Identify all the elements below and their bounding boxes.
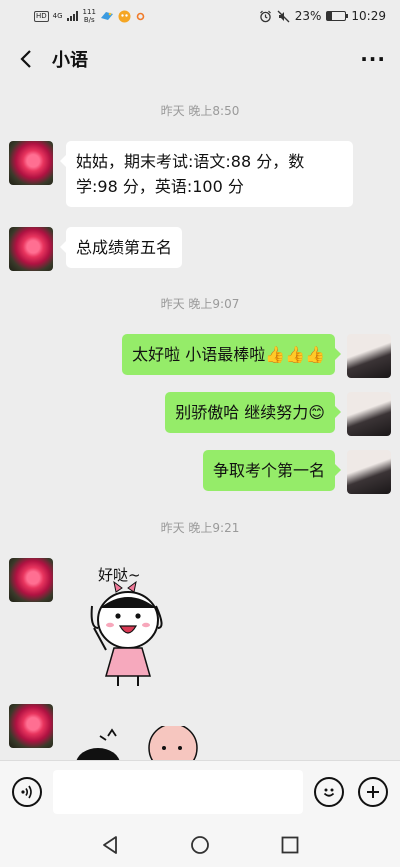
contact-avatar[interactable]	[9, 227, 53, 271]
plus-icon[interactable]	[358, 777, 388, 807]
my-avatar[interactable]	[347, 450, 391, 494]
timestamp: 昨天 晚上9:07	[160, 297, 240, 311]
message-input[interactable]	[53, 770, 303, 814]
voice-icon[interactable]	[12, 777, 42, 807]
signal-icon	[66, 11, 78, 21]
chevron-left-icon[interactable]	[14, 47, 38, 71]
sticker-message[interactable]	[60, 726, 210, 760]
hd-badge: HD	[34, 10, 49, 22]
outgoing-message[interactable]: 争取考个第一名	[202, 450, 342, 491]
chat-title: 小语	[52, 50, 88, 71]
timestamp: 昨天 晚上9:21	[160, 521, 240, 535]
input-bar	[0, 760, 400, 822]
timestamp: 昨天 晚上8:50	[160, 104, 240, 118]
battery-icon	[326, 11, 349, 21]
mute-icon	[277, 10, 290, 22]
chat-header: 小语 ···	[0, 32, 400, 86]
alarm-icon	[259, 10, 271, 22]
nav-home-icon[interactable]	[189, 834, 211, 856]
clock: 10:29	[351, 9, 386, 23]
sticker-message[interactable]: 好哒~	[84, 558, 174, 690]
system-nav-bar	[0, 822, 400, 867]
status-bar: HD 4G 111 B/s 23% 10:29	[0, 0, 400, 32]
emoji-icon[interactable]	[314, 777, 344, 807]
contact-avatar[interactable]	[9, 558, 53, 602]
my-avatar[interactable]	[347, 334, 391, 378]
sticker-caption: 好哒~	[98, 566, 141, 584]
contact-avatar[interactable]	[9, 704, 53, 748]
more-horizontal-icon[interactable]: ···	[360, 47, 386, 71]
sun-app-icon	[136, 12, 145, 20]
message-list[interactable]: 昨天 晚上8:50 姑姑，期末考试:语文:88 分，数学:98 分，英语:100…	[0, 86, 400, 760]
nav-recent-icon[interactable]	[279, 834, 301, 856]
contact-avatar[interactable]	[9, 141, 53, 185]
nav-back-icon[interactable]	[99, 834, 121, 856]
incoming-message[interactable]: 姑姑，期末考试:语文:88 分，数学:98 分，英语:100 分	[60, 141, 353, 207]
my-avatar[interactable]	[347, 392, 391, 436]
network-gen: 4G	[52, 11, 63, 20]
battery-percent: 23%	[294, 9, 322, 23]
bird-app-icon	[100, 12, 113, 20]
outgoing-message[interactable]: 别骄傲哈 继续努力😊	[165, 392, 341, 433]
game-app-icon	[118, 10, 131, 22]
outgoing-message[interactable]: 太好啦 小语最棒啦👍👍👍	[122, 334, 341, 375]
incoming-message[interactable]: 总成绩第五名	[59, 227, 183, 268]
network-speed: 111 B/s	[82, 8, 96, 24]
